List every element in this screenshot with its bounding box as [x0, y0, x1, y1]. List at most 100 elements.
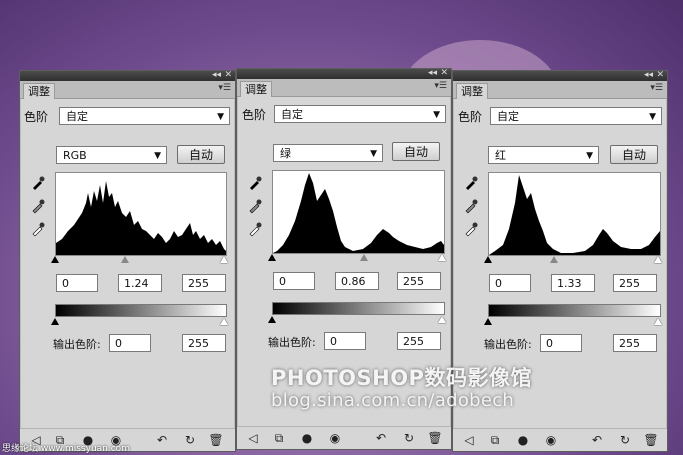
tab-adjustments[interactable]: 调整 [23, 83, 55, 99]
panel-titlebar: ◂◂ ✕ [20, 70, 235, 81]
black-point-handle[interactable] [268, 254, 276, 261]
close-icon[interactable]: ✕ [440, 68, 448, 79]
tab-adjustments[interactable]: 调整 [456, 83, 488, 99]
preset-dropdown[interactable]: 自定 ▼ [59, 107, 230, 125]
output-levels-label: 输出色阶: [484, 338, 532, 351]
output-levels-label: 输出色阶: [53, 338, 101, 351]
trash-icon[interactable]: 🗑 [208, 433, 224, 447]
eyedropper-black-icon[interactable] [247, 175, 263, 191]
preset-label: 色阶 [458, 110, 483, 124]
panel-menu-icon[interactable]: ▾☰ [218, 83, 231, 93]
input-white-field[interactable]: 255 [613, 274, 657, 292]
eyedropper-black-icon[interactable] [30, 175, 46, 191]
gamma-handle[interactable] [360, 254, 368, 261]
output-white-field[interactable]: 255 [613, 334, 657, 352]
output-white-field[interactable]: 255 [397, 332, 441, 350]
output-black-handle[interactable] [51, 318, 59, 325]
tab-adjustments[interactable]: 调整 [240, 81, 272, 97]
input-white-field[interactable]: 255 [182, 274, 226, 292]
eye-icon[interactable]: ◉ [327, 431, 343, 445]
input-black-field[interactable]: 0 [489, 274, 531, 292]
output-black-field[interactable]: 0 [109, 334, 151, 352]
output-black-field[interactable]: 0 [324, 332, 366, 350]
visibility-icon[interactable]: ● [515, 433, 531, 447]
reset-previous-icon[interactable]: ↶ [373, 431, 389, 445]
eyedropper-gray-icon[interactable] [30, 198, 46, 214]
collapse-icon[interactable]: ◂◂ [428, 68, 437, 79]
trash-icon[interactable]: 🗑 [643, 433, 659, 447]
histogram-shape [489, 175, 660, 255]
white-point-handle[interactable] [220, 256, 228, 263]
histogram [272, 170, 445, 254]
output-white-handle[interactable] [654, 318, 662, 325]
input-black-field[interactable]: 0 [273, 272, 315, 290]
trash-icon[interactable]: 🗑 [427, 431, 443, 445]
clip-layer-icon[interactable]: ⧉ [487, 433, 503, 447]
output-gradient-bar [272, 302, 445, 315]
output-black-handle[interactable] [484, 318, 492, 325]
collapse-icon[interactable]: ◂◂ [212, 70, 221, 81]
panel-tabrow: 调整 ▾☰ [20, 81, 235, 99]
eyedropper-white-icon[interactable] [463, 221, 479, 237]
black-point-handle[interactable] [484, 256, 492, 263]
close-icon[interactable]: ✕ [224, 70, 232, 81]
black-point-handle[interactable] [51, 256, 59, 263]
channel-dropdown[interactable]: RGB ▼ [56, 146, 167, 164]
channel-dropdown[interactable]: 红 ▼ [488, 146, 599, 164]
eyedropper-white-icon[interactable] [30, 221, 46, 237]
panel-menu-icon[interactable]: ▾☰ [650, 83, 663, 93]
panel-tabrow: 调整 ▾☰ [453, 81, 667, 99]
visibility-icon[interactable]: ● [299, 431, 315, 445]
back-arrow-icon[interactable]: ◁ [461, 433, 477, 447]
input-gamma-field[interactable]: 1.24 [118, 274, 162, 292]
watermark-title: PHOTOSHOP数码影像馆 [271, 366, 532, 390]
reset-icon[interactable]: ↻ [182, 433, 198, 447]
reset-previous-icon[interactable]: ↶ [589, 433, 605, 447]
input-slider[interactable] [268, 254, 447, 264]
output-white-handle[interactable] [438, 316, 446, 323]
output-black-handle[interactable] [268, 316, 276, 323]
output-slider[interactable] [484, 318, 663, 328]
back-arrow-icon[interactable]: ◁ [245, 431, 261, 445]
gamma-handle[interactable] [550, 256, 558, 263]
channel-dropdown[interactable]: 绿 ▼ [273, 144, 383, 162]
reset-previous-icon[interactable]: ↶ [154, 433, 170, 447]
eyedropper-gray-icon[interactable] [247, 198, 263, 214]
input-black-field[interactable]: 0 [56, 274, 98, 292]
auto-button[interactable]: 自动 [177, 145, 225, 164]
output-white-field[interactable]: 255 [182, 334, 226, 352]
panel-menu-icon[interactable]: ▾☰ [434, 81, 447, 91]
white-point-handle[interactable] [654, 256, 662, 263]
channel-value: RGB [63, 149, 87, 162]
chevron-down-icon: ▼ [586, 151, 593, 161]
eyedropper-gray-icon[interactable] [463, 198, 479, 214]
auto-button[interactable]: 自动 [392, 142, 440, 161]
input-white-field[interactable]: 255 [397, 272, 441, 290]
output-black-field[interactable]: 0 [540, 334, 582, 352]
eye-icon[interactable]: ◉ [543, 433, 559, 447]
reset-icon[interactable]: ↻ [401, 431, 417, 445]
input-slider[interactable] [51, 256, 229, 266]
output-white-handle[interactable] [220, 318, 228, 325]
site-watermark: 思缘论坛 www.missyuan.com [2, 444, 130, 454]
histogram [488, 172, 661, 256]
eyedropper-black-icon[interactable] [463, 175, 479, 191]
eyedropper-white-icon[interactable] [247, 221, 263, 237]
panel-footer: ◁ ⧉ ● ◉ ↶ ↻ 🗑 [453, 428, 667, 451]
input-gamma-field[interactable]: 1.33 [551, 274, 595, 292]
close-icon[interactable]: ✕ [656, 70, 664, 81]
collapse-icon[interactable]: ◂◂ [644, 70, 653, 81]
panel-titlebar: ◂◂ ✕ [453, 70, 667, 81]
input-gamma-field[interactable]: 0.86 [335, 272, 379, 290]
gamma-handle[interactable] [121, 256, 129, 263]
reset-icon[interactable]: ↻ [617, 433, 633, 447]
input-slider[interactable] [484, 256, 663, 266]
chevron-down-icon: ▼ [649, 112, 656, 122]
white-point-handle[interactable] [438, 254, 446, 261]
output-slider[interactable] [268, 316, 447, 326]
output-slider[interactable] [51, 318, 229, 328]
preset-dropdown[interactable]: 自定 ▼ [490, 107, 662, 125]
clip-layer-icon[interactable]: ⧉ [271, 431, 287, 445]
preset-dropdown[interactable]: 自定 ▼ [274, 105, 446, 123]
auto-button[interactable]: 自动 [610, 145, 658, 164]
